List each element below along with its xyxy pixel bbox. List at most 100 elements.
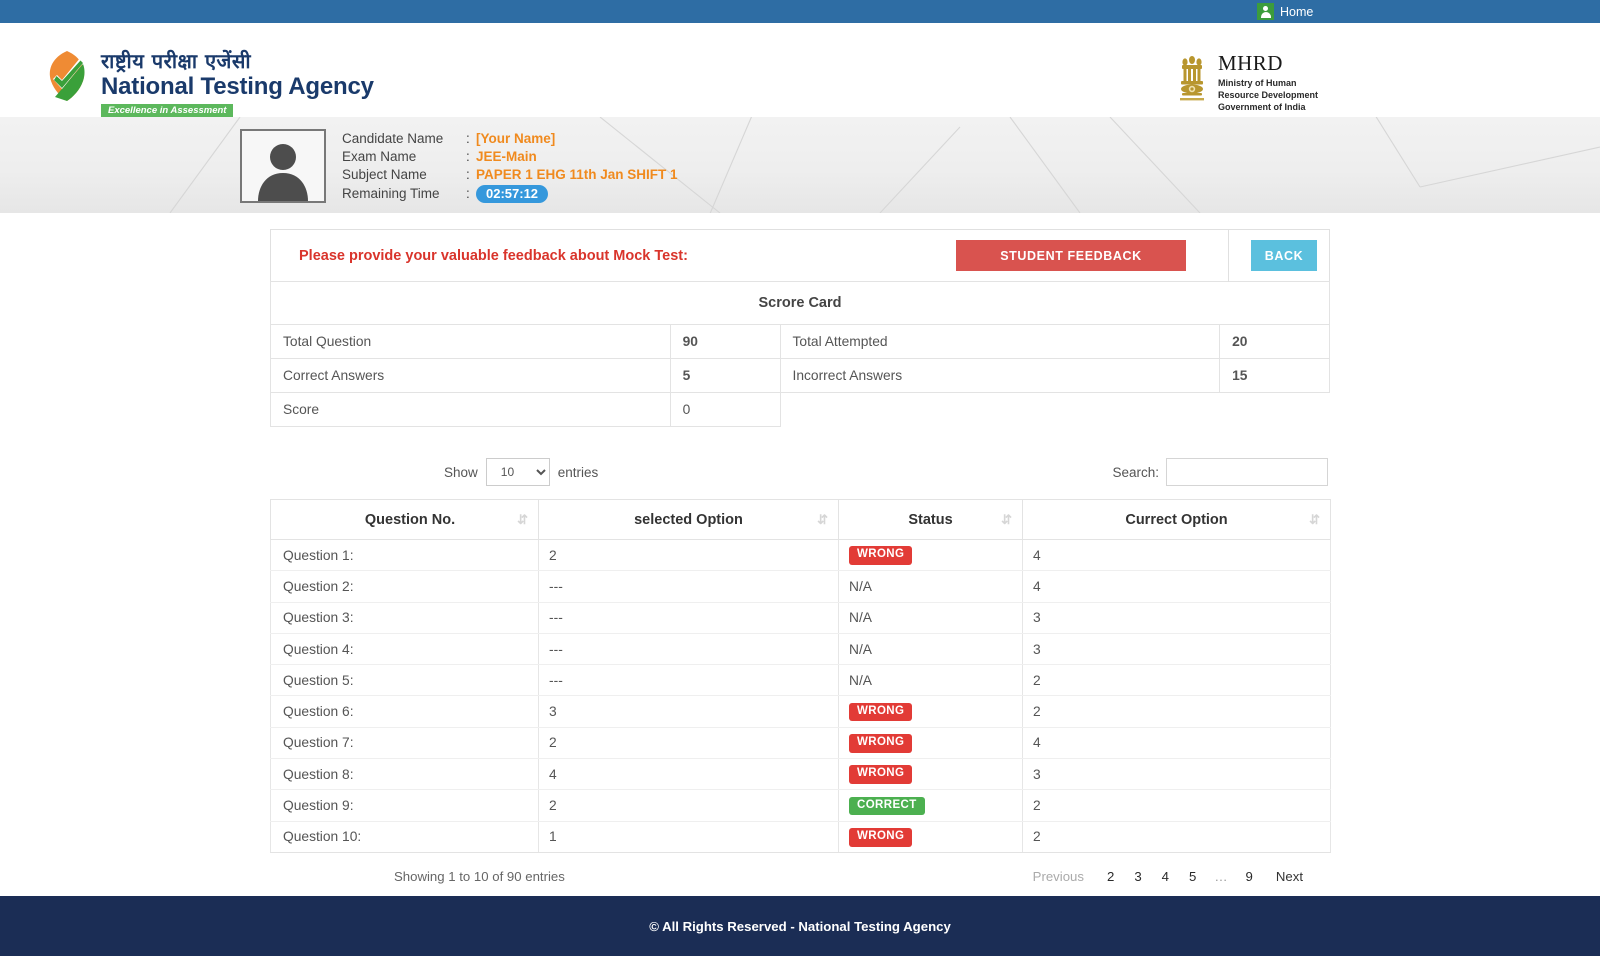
cell-correct-option: 4 xyxy=(1023,571,1331,602)
table-row: Question 9:2CORRECT2 xyxy=(271,790,1331,821)
nta-leaf-tick-logo-icon xyxy=(45,49,89,105)
cell-question-no: Question 7: xyxy=(271,727,539,758)
table-row: Question 5:---N/A2 xyxy=(271,665,1331,696)
column-label-selected-option: selected Option xyxy=(634,512,743,528)
cell-selected-option: --- xyxy=(539,665,839,696)
home-label: Home xyxy=(1280,5,1313,19)
main-content: Please provide your valuable feedback ab… xyxy=(0,213,1600,896)
search-label: Search: xyxy=(1112,465,1159,480)
cell-correct-option: 3 xyxy=(1023,633,1331,664)
score-empty-cell-2 xyxy=(1220,393,1330,427)
status-text-na: N/A xyxy=(849,673,872,688)
cell-correct-option: 2 xyxy=(1023,696,1331,727)
cell-status: WRONG xyxy=(839,540,1023,571)
cell-status: N/A xyxy=(839,602,1023,633)
pagination-next[interactable]: Next xyxy=(1263,865,1316,888)
datatable-controls: Show 10 25 50 100 entries Search: xyxy=(270,454,1330,490)
branding-header: राष्ट्रीय परीक्षा एजेंसी National Testin… xyxy=(0,23,1600,117)
score-row-2: Correct Answers 5 Incorrect Answers 15 xyxy=(271,359,1330,393)
total-attempted-value: 20 xyxy=(1220,325,1330,359)
back-button[interactable]: BACK xyxy=(1251,240,1317,271)
cell-question-no: Question 2: xyxy=(271,571,539,602)
cell-correct-option: 2 xyxy=(1023,665,1331,696)
colon-2: : xyxy=(466,148,476,166)
pagination-page-3[interactable]: 3 xyxy=(1124,865,1151,888)
cell-question-no: Question 10: xyxy=(271,821,539,852)
cell-status: CORRECT xyxy=(839,790,1023,821)
score-card-table: Scrore Card Total Question 90 Total Atte… xyxy=(270,281,1330,427)
copyright-text: © All Rights Reserved - National Testing… xyxy=(649,919,951,934)
column-header-selected-option[interactable]: selected Option ⇵ xyxy=(539,500,839,540)
table-body: Question 1:2WRONG4Question 2:---N/A4Ques… xyxy=(271,540,1331,853)
candidate-name-label: Candidate Name xyxy=(342,130,466,148)
mhrd-line-2: Resource Development xyxy=(1218,89,1318,101)
status-text-na: N/A xyxy=(849,610,872,625)
colon-1: : xyxy=(466,130,476,148)
table-row: Question 4:---N/A3 xyxy=(271,633,1331,664)
column-header-status[interactable]: Status ⇵ xyxy=(839,500,1023,540)
status-text-na: N/A xyxy=(849,642,872,657)
nta-hindi-title: राष्ट्रीय परीक्षा एजेंसी xyxy=(101,51,374,71)
remaining-time-label: Remaining Time xyxy=(342,185,466,203)
show-label: Show xyxy=(444,465,478,480)
score-row-1: Total Question 90 Total Attempted 20 xyxy=(271,325,1330,359)
score-empty-cell-1 xyxy=(780,393,1220,427)
cell-selected-option: 2 xyxy=(539,727,839,758)
student-feedback-button[interactable]: STUDENT FEEDBACK xyxy=(956,240,1186,271)
mhrd-logo: MHRD Ministry of Human Resource Developm… xyxy=(1175,53,1318,113)
candidate-name-value: [Your Name] xyxy=(476,130,555,148)
table-row: Question 3:---N/A3 xyxy=(271,602,1331,633)
total-attempted-label: Total Attempted xyxy=(780,325,1220,359)
exam-name-label: Exam Name xyxy=(342,148,466,166)
cell-status: WRONG xyxy=(839,759,1023,790)
cell-selected-option: 2 xyxy=(539,790,839,821)
cell-question-no: Question 9: xyxy=(271,790,539,821)
pagination-page-4[interactable]: 4 xyxy=(1152,865,1179,888)
pagination-page-2[interactable]: 2 xyxy=(1097,865,1124,888)
cell-selected-option: --- xyxy=(539,571,839,602)
score-row-3: Score 0 xyxy=(271,393,1330,427)
pagination-previous[interactable]: Previous xyxy=(1020,865,1097,888)
correct-answers-label: Correct Answers xyxy=(271,359,671,393)
pagination-page-5[interactable]: 5 xyxy=(1179,865,1206,888)
cell-correct-option: 3 xyxy=(1023,759,1331,790)
cell-question-no: Question 4: xyxy=(271,633,539,664)
column-header-correct-option[interactable]: Currect Option ⇵ xyxy=(1023,500,1331,540)
sort-icon-question-no[interactable]: ⇵ xyxy=(517,512,526,528)
column-header-question-no[interactable]: Question No. ⇵ xyxy=(271,500,539,540)
entries-info: Showing 1 to 10 of 90 entries xyxy=(394,869,565,884)
question-results-table: Question No. ⇵ selected Option ⇵ Status … xyxy=(270,499,1331,853)
cell-question-no: Question 8: xyxy=(271,759,539,790)
table-row: Question 10:1WRONG2 xyxy=(271,821,1331,852)
page-length-select[interactable]: 10 25 50 100 xyxy=(486,458,550,486)
cell-status: WRONG xyxy=(839,696,1023,727)
user-icon xyxy=(1257,3,1274,20)
exam-name-row: Exam Name : JEE-Main xyxy=(342,148,678,166)
table-row: Question 2:---N/A4 xyxy=(271,571,1331,602)
cell-selected-option: --- xyxy=(539,602,839,633)
result-panel: Please provide your valuable feedback ab… xyxy=(270,229,1330,888)
pagination: Previous 1 2 3 4 5 … 9 Next xyxy=(1020,865,1316,888)
sort-icon-status[interactable]: ⇵ xyxy=(1001,512,1010,528)
feedback-bar: Please provide your valuable feedback ab… xyxy=(270,229,1330,281)
status-badge: WRONG xyxy=(849,828,912,847)
home-link[interactable]: Home xyxy=(1257,0,1313,23)
datatable-footer: Showing 1 to 10 of 90 entries Previous 1… xyxy=(270,865,1330,888)
cell-selected-option: 1 xyxy=(539,821,839,852)
candidate-name-row: Candidate Name : [Your Name] xyxy=(342,130,678,148)
page-length-control: Show 10 25 50 100 entries xyxy=(444,458,598,486)
correct-answers-value: 5 xyxy=(670,359,780,393)
score-card-title-row: Scrore Card xyxy=(271,282,1330,325)
pagination-page-9[interactable]: 9 xyxy=(1236,865,1263,888)
search-input[interactable] xyxy=(1166,458,1328,486)
table-row: Question 7:2WRONG4 xyxy=(271,727,1331,758)
cell-question-no: Question 6: xyxy=(271,696,539,727)
cell-correct-option: 4 xyxy=(1023,727,1331,758)
table-row: Question 8:4WRONG3 xyxy=(271,759,1331,790)
vertical-divider xyxy=(1228,230,1229,282)
column-label-correct-option: Currect Option xyxy=(1125,512,1227,528)
column-label-status: Status xyxy=(908,512,952,528)
cell-status: N/A xyxy=(839,571,1023,602)
sort-icon-correct-option[interactable]: ⇵ xyxy=(1309,512,1318,528)
sort-icon-selected-option[interactable]: ⇵ xyxy=(817,512,826,528)
